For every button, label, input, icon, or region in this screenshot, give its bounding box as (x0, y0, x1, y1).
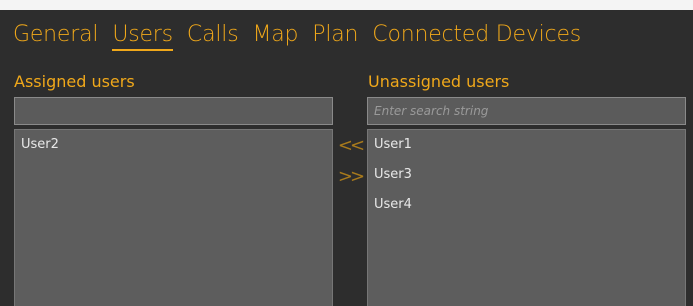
tab-bar: General Users Calls Map Plan Connected D… (13, 22, 581, 62)
unassigned-users-title: Unassigned users (368, 72, 510, 91)
assigned-filter-input[interactable] (14, 97, 333, 125)
assigned-users-title: Assigned users (14, 72, 135, 91)
move-right-arrow-icon[interactable]: >> (337, 166, 365, 188)
tab-map[interactable]: Map (252, 22, 298, 47)
list-item-user4[interactable]: User4 (368, 194, 685, 224)
tab-plan[interactable]: Plan (312, 22, 358, 47)
tab-general[interactable]: General (13, 22, 99, 47)
tab-connected-devices[interactable]: Connected Devices (372, 22, 581, 47)
list-item-user1[interactable]: User1 (368, 134, 685, 164)
list-item-user3[interactable]: User3 (368, 164, 685, 194)
unassigned-users-list[interactable]: User1 User3 User4 (367, 129, 686, 306)
search-input[interactable] (367, 97, 686, 125)
user-assignment-panel: General Users Calls Map Plan Connected D… (0, 0, 693, 306)
tab-calls[interactable]: Calls (187, 22, 239, 47)
assigned-users-list[interactable]: User2 (14, 129, 333, 306)
top-strip (0, 0, 693, 10)
move-left-arrow-icon[interactable]: << (337, 135, 365, 157)
tab-users[interactable]: Users (112, 22, 173, 51)
list-item-user2[interactable]: User2 (15, 134, 332, 164)
